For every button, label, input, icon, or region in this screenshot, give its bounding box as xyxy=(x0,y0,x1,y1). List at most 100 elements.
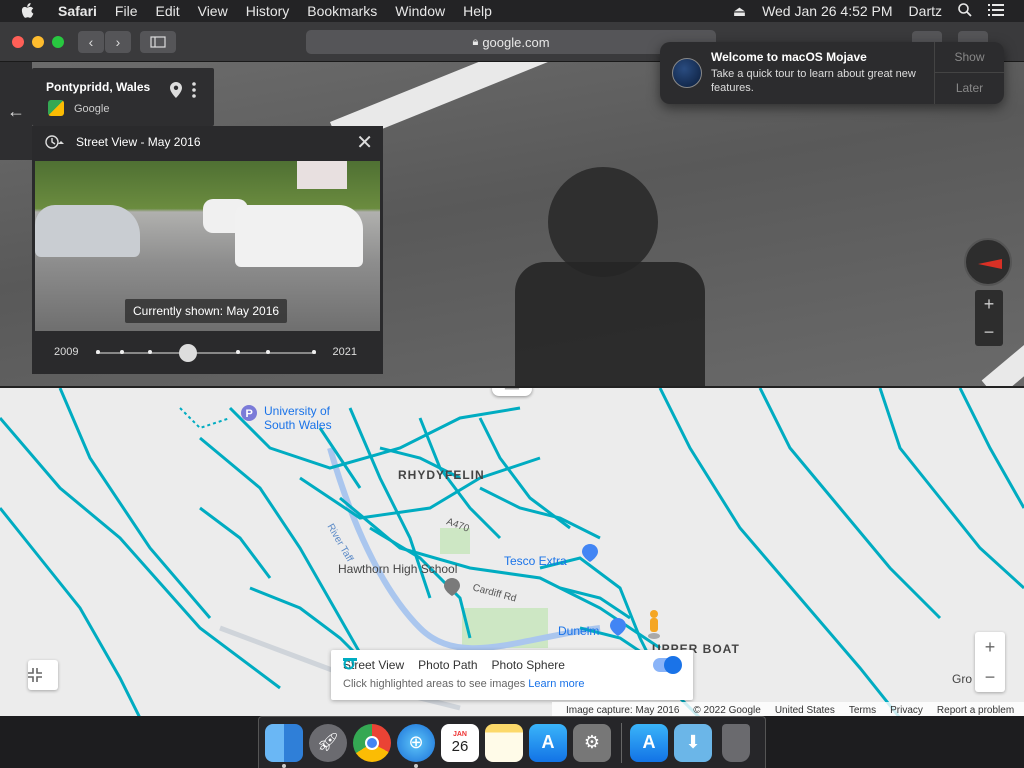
zoom-window-button[interactable] xyxy=(52,36,64,48)
map-label-tesco[interactable]: Tesco Extra xyxy=(504,554,567,568)
legend-hint-text: Click highlighted areas to see images xyxy=(343,678,526,690)
chevron-left-icon: ‹ xyxy=(88,34,94,50)
time-travel-panel: Street View - May 2016 ✕ Currently shown… xyxy=(32,126,383,374)
notification-later-button[interactable]: Later xyxy=(935,73,1004,104)
notification-title: Welcome to macOS Mojave xyxy=(711,50,867,64)
legend-items: Street View Photo Path Photo Sphere xyxy=(343,658,579,672)
chrome-center xyxy=(365,735,379,750)
split-drag-handle[interactable]: ══ xyxy=(492,388,532,396)
address-text: google.com xyxy=(482,34,550,50)
address-bar[interactable]: 🔒︎ google.com xyxy=(306,30,716,54)
menu-help[interactable]: Help xyxy=(463,3,492,19)
map-label-rhydyfelin: RHYDYFELIN xyxy=(398,468,485,482)
system-notification[interactable]: Welcome to macOS Mojave Take a quick tou… xyxy=(660,42,1004,104)
privacy-link[interactable]: Privacy xyxy=(890,705,923,716)
notification-show-button[interactable]: Show xyxy=(935,42,1004,73)
timeline-tick[interactable] xyxy=(236,350,240,354)
notification-actions: Show Later xyxy=(934,42,1004,104)
eject-icon[interactable]: ⏏ xyxy=(733,3,746,20)
menu-edit[interactable]: Edit xyxy=(155,3,179,19)
timeline-tick[interactable] xyxy=(148,350,152,354)
place-source: Google xyxy=(74,103,110,115)
zoom-out-button[interactable]: − xyxy=(975,318,1003,346)
close-window-button[interactable] xyxy=(12,36,24,48)
sign-board xyxy=(297,161,347,189)
sidebar-toggle-button[interactable] xyxy=(140,31,176,53)
map-label-gro: Gro xyxy=(952,672,973,686)
compass-button[interactable] xyxy=(964,238,1012,286)
zoom-in-button[interactable]: + xyxy=(975,290,1003,318)
terms-link[interactable]: Terms xyxy=(849,705,876,716)
menubar-datetime[interactable]: Wed Jan 26 4:52 PM xyxy=(762,3,892,19)
menu-bookmarks[interactable]: Bookmarks xyxy=(307,3,377,19)
shadow xyxy=(548,167,658,277)
more-options-icon[interactable] xyxy=(192,82,196,98)
car xyxy=(35,205,140,257)
circle-outline-icon xyxy=(343,658,355,670)
dock-chrome-icon[interactable] xyxy=(353,723,391,762)
map-label-university[interactable]: University of xyxy=(264,404,330,418)
back-button[interactable]: ‹ xyxy=(78,31,104,53)
menu-view[interactable]: View xyxy=(198,3,228,19)
location-pin-icon[interactable] xyxy=(170,82,182,103)
timeline-slider-handle[interactable] xyxy=(179,344,198,362)
dock-system-preferences-icon[interactable]: ⚙ xyxy=(573,723,611,762)
spotlight-icon[interactable] xyxy=(958,2,972,20)
dock-safari-icon[interactable]: ⊕ xyxy=(397,723,435,768)
notification-body: Take a quick tour to learn about great n… xyxy=(711,68,916,94)
notification-center-icon[interactable] xyxy=(988,3,1004,19)
menubar-user[interactable]: Dartz xyxy=(909,3,942,19)
place-title: Pontypridd, Wales xyxy=(46,80,151,94)
currently-shown-label: Currently shown: May 2016 xyxy=(125,299,288,323)
place-card: Pontypridd, Wales Google xyxy=(32,68,214,126)
menu-app-name[interactable]: Safari xyxy=(58,3,97,19)
menu-history[interactable]: History xyxy=(246,3,290,19)
timeline-tick[interactable] xyxy=(120,350,124,354)
calendar-month: JAN xyxy=(452,730,467,738)
minimize-window-button[interactable] xyxy=(32,36,44,48)
apple-icon[interactable] xyxy=(18,0,38,22)
street-view-imagery[interactable]: ← Pontypridd, Wales Google Street View -… xyxy=(0,62,1024,386)
app-menu: Safari File Edit View History Bookmarks … xyxy=(58,3,510,19)
dock-finder-icon[interactable] xyxy=(265,723,303,768)
exit-street-view-button[interactable]: ← xyxy=(0,62,32,160)
map-label-university-line2[interactable]: South Wales xyxy=(264,418,332,432)
time-travel-title: Street View - May 2016 xyxy=(76,135,201,149)
legend-photo-sphere-label: Photo Sphere xyxy=(491,658,565,672)
coverage-toggle[interactable] xyxy=(653,656,682,674)
copyright: © 2022 Google xyxy=(693,704,761,716)
sidebar-icon xyxy=(150,36,166,48)
report-problem-link[interactable]: Report a problem xyxy=(937,705,1014,716)
dock-notes-icon[interactable] xyxy=(485,723,523,762)
region-link[interactable]: United States xyxy=(775,705,835,716)
timeline-tick[interactable] xyxy=(266,350,270,354)
dock-calendar-icon[interactable]: JAN 26 xyxy=(441,723,479,762)
menu-file[interactable]: File xyxy=(115,3,138,19)
close-icon[interactable]: ✕ xyxy=(356,130,373,155)
map-zoom-in-button[interactable]: + xyxy=(975,632,1005,662)
timeline-slider[interactable] xyxy=(96,344,316,362)
coverage-legend: Street View Photo Path Photo Sphere Clic… xyxy=(331,650,693,700)
timeline-tick[interactable] xyxy=(312,350,316,354)
historical-imagery-preview[interactable]: Currently shown: May 2016 xyxy=(35,161,380,331)
history-clock-icon xyxy=(45,135,64,149)
map-label-hawthorn[interactable]: Hawthorn High School xyxy=(338,562,457,576)
time-travel-header[interactable]: Street View - May 2016 xyxy=(44,134,201,150)
timeline-tick[interactable] xyxy=(96,350,100,354)
map-zoom-out-button[interactable]: − xyxy=(975,662,1005,692)
map-label-dunelm[interactable]: Dunelm xyxy=(558,624,599,638)
dock-app-store-download-icon[interactable]: A xyxy=(630,723,668,762)
dock-downloads-folder-icon[interactable]: ⬇ xyxy=(674,723,712,762)
exit-fullscreen-button[interactable] xyxy=(28,660,58,690)
map-view[interactable]: ══ P University of South Wales RHYDYFELI… xyxy=(0,386,1024,716)
menu-window[interactable]: Window xyxy=(395,3,445,19)
mojave-logo-icon xyxy=(672,58,702,88)
dock-launchpad-icon[interactable]: 🚀︎ xyxy=(309,723,347,762)
dock-app-store-icon[interactable]: A xyxy=(529,723,567,762)
street-view-zoom-control: + − xyxy=(975,290,1003,346)
forward-button[interactable]: › xyxy=(105,31,131,53)
window-controls xyxy=(12,36,72,48)
learn-more-link[interactable]: Learn more xyxy=(528,678,584,690)
dock-trash-icon[interactable] xyxy=(722,723,750,762)
map-zoom-control: + − xyxy=(975,632,1005,692)
